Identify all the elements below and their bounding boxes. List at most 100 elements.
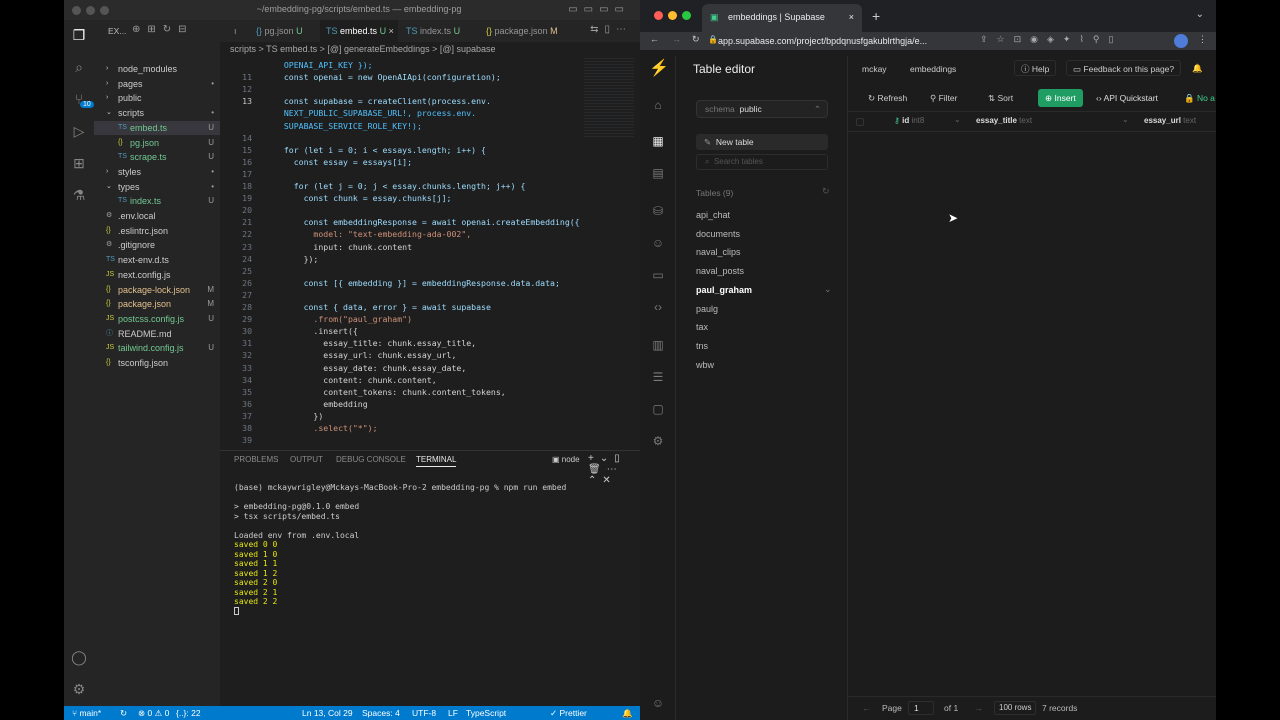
storage-icon[interactable]: ▭ [649,266,667,284]
schema-select[interactable]: schema public ⌃ [696,100,828,118]
file-tree-item[interactable]: › pages • [94,77,220,91]
column-essay-url[interactable]: essay_url text [1144,116,1196,125]
explorer-actions[interactable]: ⊕⊞↻⊟ [132,24,194,35]
help-button[interactable]: ⓘ Help [1014,60,1057,76]
cursor-position[interactable]: Ln 13, Col 29 [302,706,353,720]
file-tree-item[interactable]: JS postcss.config.js U [94,312,220,326]
breadcrumb[interactable]: scripts > TS embed.ts > [@] generateEmbe… [220,42,640,56]
close-dot[interactable] [654,11,663,20]
auth-icon[interactable]: ☺ [649,234,667,252]
file-tree-item[interactable]: JS next.config.js [94,268,220,282]
file-tree-item[interactable]: ⓘ README.md [94,327,220,341]
table-item[interactable]: naval_clips [696,247,741,257]
gear-icon[interactable]: ⚙ [70,680,88,698]
problems-status[interactable]: ⊗ 0 ⚠ 0 [138,706,169,720]
tab-close-icon[interactable]: × [849,4,854,30]
file-tree-item[interactable]: {} package.json M [94,297,220,311]
zoom-dot[interactable] [100,6,109,15]
table-item[interactable]: api_chat [696,210,730,220]
explorer-icon[interactable]: ❐ [70,26,88,44]
file-tree-item[interactable]: ⌄ types • [94,180,220,194]
logs-icon[interactable]: ☰ [649,368,667,386]
file-tree-item[interactable]: {} pg.json U [94,136,220,150]
file-tree-item[interactable]: › styles • [94,165,220,179]
tab-package-json[interactable]: {} package.json M [480,20,574,42]
sort-button[interactable]: ⇅ Sort [988,90,1013,106]
tab-debug-console[interactable]: DEBUG CONSOLE [336,455,406,464]
editor-actions[interactable]: ⇆▯⋯ [590,24,632,35]
tab-index-ts[interactable]: TS index.ts U [400,20,478,42]
file-tree-item[interactable]: › node_modules [94,62,220,76]
insert-button[interactable]: ⊕ Insert [1038,89,1083,107]
back-icon[interactable]: ← [650,34,659,44]
api-docs-icon[interactable]: ▢ [649,400,667,418]
refresh-button[interactable]: ↻ Refresh [868,90,907,106]
file-tree-item[interactable]: TS next-env.d.ts [94,253,220,267]
minimize-dot[interactable] [86,6,95,15]
table-menu-icon[interactable]: ⌄ [824,284,832,295]
bell-icon[interactable]: 🔔 [622,706,633,720]
file-tree-item[interactable]: ⚙ .gitignore [94,238,220,252]
table-item[interactable]: paulg [696,304,718,314]
select-all-checkbox[interactable] [856,118,864,126]
run-debug-icon[interactable]: ▷ [70,122,88,140]
minimize-dot[interactable] [668,11,677,20]
column-id-menu[interactable]: ⌄ [954,115,961,124]
settings-icon[interactable]: ⚙ [649,432,667,450]
eol-status[interactable]: LF [448,706,458,720]
file-tree-item[interactable]: {} tsconfig.json [94,356,220,370]
file-tree-item[interactable]: TS scrape.ts U [94,150,220,164]
terminal-output[interactable]: (base) mckaywrigley@Mckays-MacBook-Pro-2… [234,483,634,615]
browser-tab[interactable]: ▣ embeddings | Supabase × [702,4,862,32]
database-icon[interactable]: ⛁ [649,202,667,220]
file-tree-item[interactable]: TS index.ts U [94,194,220,208]
minimap[interactable] [584,58,634,138]
table-item[interactable]: naval_posts [696,266,744,276]
api-quickstart-button[interactable]: ‹› API Quickstart [1096,90,1158,106]
table-editor-icon[interactable]: ▦ [649,132,667,150]
table-item[interactable]: tax [696,322,708,332]
file-tree-item[interactable]: {} package-lock.json M [94,283,220,297]
file-tree-item[interactable]: › public [94,91,220,105]
org-crumb[interactable]: mckay [862,64,887,74]
column-essay-title[interactable]: essay_title text [976,116,1032,125]
search-tables-input[interactable]: ⌕ Search tables [696,154,828,170]
testing-icon[interactable]: ⚗ [70,186,88,204]
table-item[interactable]: tns [696,341,708,351]
user-icon[interactable]: ☺ [649,694,667,712]
tab-output[interactable]: OUTPUT [290,455,323,464]
profile-avatar[interactable] [1174,34,1188,48]
notifications-icon[interactable]: 🔔 [1192,60,1203,76]
close-dot[interactable] [72,6,81,15]
zoom-dot[interactable] [682,11,691,20]
code-editor[interactable]: OPENAI_API_KEY }); 11 const openai = new … [220,58,640,445]
column-essay-title-menu[interactable]: ⌄ [1122,115,1129,124]
lang-selection[interactable]: {..}: 22 [176,706,201,720]
edge-functions-icon[interactable]: ‹› [649,298,667,316]
branch-status[interactable]: ⑂ main* [72,706,101,720]
indent-status[interactable]: Spaces: 4 [362,706,400,720]
rls-badge[interactable]: 🔒 No a [1184,90,1215,106]
account-icon[interactable]: ◯ [70,648,88,666]
encoding-status[interactable]: UTF-8 [412,706,436,720]
new-tab-button[interactable]: + [872,8,880,24]
tab-problems[interactable]: PROBLEMS [234,455,278,464]
new-table-button[interactable]: ✎ New table [696,134,828,150]
tab-overflow[interactable]: ı [228,20,250,42]
supabase-logo-icon[interactable]: ⚡ [649,60,669,78]
project-crumb[interactable]: embeddings [910,64,956,74]
page-input[interactable]: 1 [908,701,934,715]
terminal-actions[interactable]: +⌄▯🗑⋯⌃✕ [588,453,640,486]
reports-icon[interactable]: ▥ [649,336,667,354]
tab-pg-json[interactable]: {} pg.json U [250,20,318,42]
refresh-tables-icon[interactable]: ↻ [822,186,830,197]
table-item[interactable]: paul_graham [696,285,752,295]
language-mode[interactable]: TypeScript [466,706,506,720]
prev-page-icon[interactable]: ← [862,703,871,713]
forward-icon[interactable]: → [672,34,681,44]
sql-editor-icon[interactable]: ▤ [649,164,667,182]
table-item[interactable]: wbw [696,360,714,370]
file-tree-item[interactable]: JS tailwind.config.js U [94,341,220,355]
next-page-icon[interactable]: → [974,703,983,713]
url-field[interactable]: app.supabase.com/project/bpdqnusfgakublr… [718,33,1018,49]
